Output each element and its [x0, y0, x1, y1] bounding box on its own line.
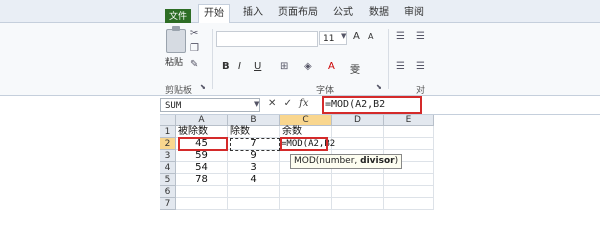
row-header-4[interactable]: 4 — [160, 162, 176, 174]
grow-font-button[interactable]: A — [353, 31, 360, 42]
cancel-icon[interactable]: ✕ — [268, 98, 276, 109]
tooltip-close-paren: ) — [394, 156, 399, 166]
column-header-c[interactable]: C — [280, 115, 332, 126]
align-top-icon[interactable]: ☰ — [396, 31, 405, 42]
ribbon-tab-bar: 文件 开始 插入 页面布局 公式 数据 审阅 — [0, 0, 600, 25]
paste-icon[interactable] — [166, 26, 186, 53]
alignment-group-label: 对 — [416, 86, 426, 96]
tab-insert[interactable]: 插入 — [240, 4, 266, 22]
font-launcher-icon[interactable]: ⬊ — [376, 83, 382, 91]
group-divider — [212, 29, 213, 89]
cell-e5[interactable] — [384, 174, 434, 186]
cell-b1[interactable]: 除数 — [228, 126, 280, 138]
clipboard-launcher-icon[interactable]: ⬊ — [200, 83, 206, 91]
chevron-down-icon[interactable]: ▼ — [341, 32, 346, 40]
cell-a5[interactable]: 78 — [176, 174, 228, 186]
row-header-1[interactable]: 1 — [160, 126, 176, 138]
name-box-dropdown-icon[interactable]: ▼ — [254, 100, 259, 108]
select-all-corner[interactable] — [160, 115, 176, 126]
cell-b6[interactable] — [228, 186, 280, 198]
cell-b7[interactable] — [228, 198, 280, 210]
cell-d7[interactable] — [332, 198, 384, 210]
cell-a3[interactable]: 59 — [176, 150, 228, 162]
cell-c7[interactable] — [280, 198, 332, 210]
tab-formulas[interactable]: 公式 — [330, 4, 356, 22]
cell-b4[interactable]: 3 — [228, 162, 280, 174]
align-left-icon[interactable]: ☰ — [396, 61, 405, 72]
cell-e6[interactable] — [384, 186, 434, 198]
shrink-font-button[interactable]: A — [368, 32, 373, 41]
column-header-e[interactable]: E — [384, 115, 434, 126]
cell-a6[interactable] — [176, 186, 228, 198]
copy-icon[interactable]: ❐ — [190, 43, 199, 54]
column-header-a[interactable]: A — [176, 115, 228, 126]
column-header-d[interactable]: D — [332, 115, 384, 126]
cell-b3[interactable]: 9 — [228, 150, 280, 162]
align-middle-icon[interactable]: ☰ — [416, 31, 425, 42]
cell-a7[interactable] — [176, 198, 228, 210]
cell-d1[interactable] — [332, 126, 384, 138]
function-argument-tooltip[interactable]: MOD(number, divisor) — [290, 154, 403, 169]
c2-edit-highlight — [280, 137, 328, 151]
format-painter-icon[interactable]: ✎ — [190, 59, 198, 70]
group-divider — [388, 29, 389, 89]
enter-icon[interactable]: ✓ — [284, 98, 292, 109]
name-box[interactable]: SUM — [160, 98, 260, 112]
font-group-label: 字体 — [316, 86, 335, 96]
cell-e1[interactable] — [384, 126, 434, 138]
cell-b5[interactable]: 4 — [228, 174, 280, 186]
tooltip-current-arg: divisor — [360, 156, 395, 166]
underline-button[interactable]: U — [254, 61, 261, 72]
font-name-combo[interactable] — [216, 31, 318, 47]
ribbon-home-panel: 粘贴 ✂ ❐ ✎ 剪贴板 ⬊ 11 ▼ A A B I U ⊞ ◈ A 雯 字体… — [0, 23, 600, 96]
cell-c6[interactable] — [280, 186, 332, 198]
row-header-3[interactable]: 3 — [160, 150, 176, 162]
bold-button[interactable]: B — [222, 61, 230, 72]
paste-button-label[interactable]: 粘贴 — [165, 55, 183, 68]
clipboard-group-label: 剪贴板 — [165, 86, 193, 96]
phonetic-guide-button[interactable]: 雯 — [350, 61, 360, 76]
tab-data[interactable]: 数据 — [366, 4, 392, 22]
b2-reference-marquee — [230, 138, 280, 151]
tooltip-function-text: MOD(number, — [294, 156, 361, 166]
formula-highlight-box — [322, 96, 422, 114]
font-color-button[interactable]: A — [328, 61, 335, 72]
cell-e2[interactable] — [384, 138, 434, 150]
row-header-6[interactable]: 6 — [160, 186, 176, 198]
formula-bar: SUM ▼ ✕ ✓ fx =MOD(A2,B2 — [160, 96, 600, 115]
tab-review[interactable]: 审阅 — [401, 4, 427, 22]
italic-button[interactable]: I — [238, 61, 241, 72]
cell-d2[interactable] — [332, 138, 384, 150]
a2-reference-highlight — [178, 137, 228, 151]
cell-a4[interactable]: 54 — [176, 162, 228, 174]
cell-d6[interactable] — [332, 186, 384, 198]
cut-icon[interactable]: ✂ — [190, 28, 198, 39]
insert-function-icon[interactable]: fx — [299, 98, 308, 109]
row-header-7[interactable]: 7 — [160, 198, 176, 210]
cell-c5[interactable] — [280, 174, 332, 186]
row-header-5[interactable]: 5 — [160, 174, 176, 186]
align-center-icon[interactable]: ☰ — [416, 61, 425, 72]
cell-d5[interactable] — [332, 174, 384, 186]
row-header-2[interactable]: 2 — [160, 138, 176, 150]
formula-buttons: ✕ ✓ fx — [268, 98, 309, 109]
borders-icon[interactable]: ⊞ — [280, 61, 288, 72]
cell-e7[interactable] — [384, 198, 434, 210]
tab-page-layout[interactable]: 页面布局 — [275, 4, 321, 22]
column-header-b[interactable]: B — [228, 115, 280, 126]
fill-color-icon[interactable]: ◈ — [304, 61, 312, 72]
tab-home[interactable]: 开始 — [198, 4, 230, 24]
